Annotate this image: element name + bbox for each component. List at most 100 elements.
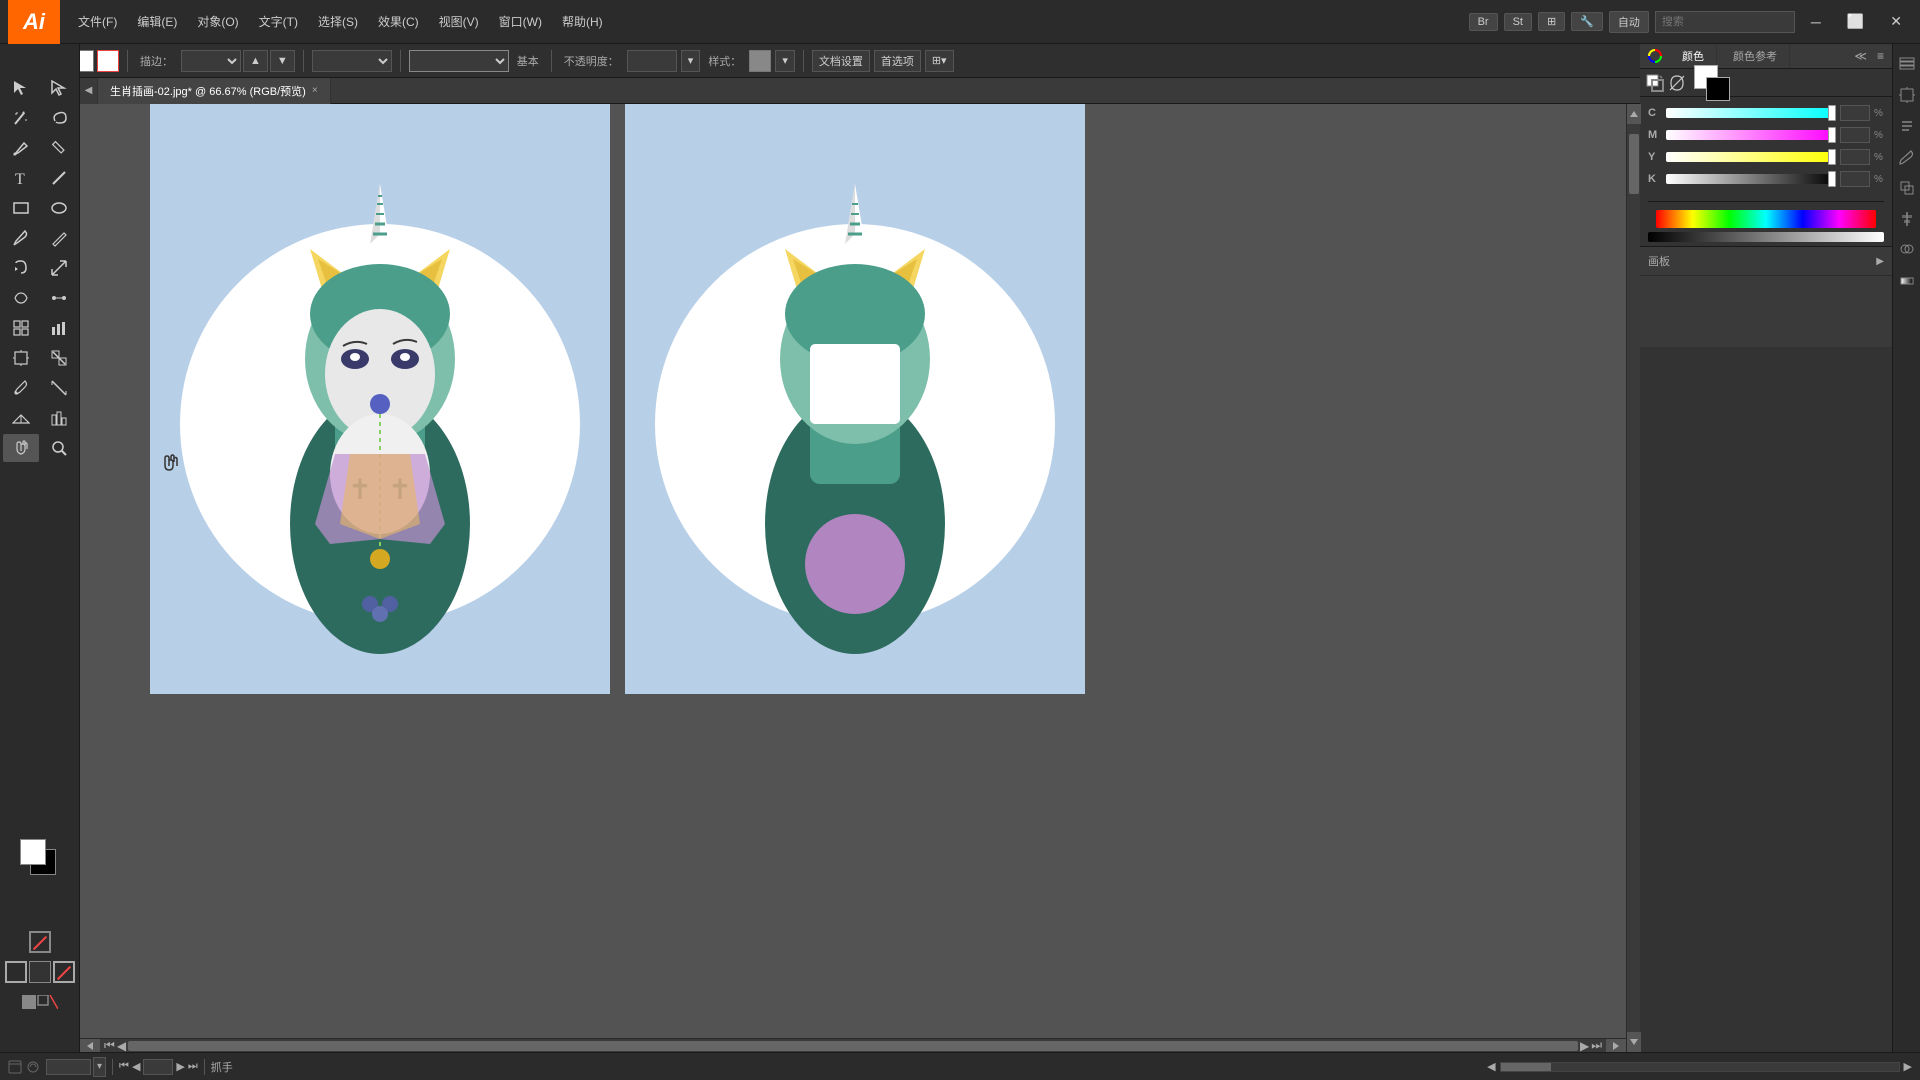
last-page-btn[interactable]: ⏭: [1591, 1038, 1602, 1053]
style-dropdown-btn[interactable]: ▾: [775, 50, 795, 72]
pencil-tool[interactable]: [41, 134, 77, 162]
swatch-black[interactable]: [29, 961, 51, 983]
perspective-tool[interactable]: [3, 404, 39, 432]
menu-edit[interactable]: 编辑(E): [127, 9, 187, 34]
menu-select[interactable]: 选择(S): [308, 9, 368, 34]
scroll-down-btn[interactable]: [1627, 1032, 1641, 1052]
c-value-input[interactable]: 0: [1840, 105, 1870, 121]
c-slider[interactable]: [1666, 108, 1836, 118]
tab-document[interactable]: 生肖插画-02.jpg* @ 66.67% (RGB/预览) ×: [98, 78, 331, 104]
line-tool[interactable]: [41, 164, 77, 192]
transform-icon-btn[interactable]: [1895, 176, 1919, 203]
scroll-thumb-v[interactable]: [1629, 134, 1639, 194]
scroll-thumb-h[interactable]: [128, 1041, 1578, 1051]
swatch-none[interactable]: [53, 961, 75, 983]
scrollbar-vertical[interactable]: [1626, 104, 1640, 1052]
panel-collapse-btn[interactable]: ≪: [1850, 49, 1871, 63]
layers-icon-btn[interactable]: [1895, 52, 1919, 79]
search-input[interactable]: [1655, 11, 1795, 33]
doc-settings-btn[interactable]: 文档设置: [812, 50, 870, 72]
nav-next-btn[interactable]: ▶: [176, 1060, 184, 1073]
opacity-dropdown-btn[interactable]: ▾: [681, 50, 701, 72]
tools-btn[interactable]: 🔧: [1571, 12, 1603, 31]
stroke-type-select[interactable]: [181, 50, 241, 72]
stroke-color-box[interactable]: [97, 50, 119, 72]
page-number-input[interactable]: 1: [143, 1059, 173, 1075]
grayscale-bar[interactable]: [1648, 232, 1884, 242]
lasso-tool[interactable]: [41, 104, 77, 132]
k-value-input[interactable]: 0: [1840, 171, 1870, 187]
brush-style-select[interactable]: [409, 50, 509, 72]
m-slider[interactable]: [1666, 130, 1836, 140]
warp-tool[interactable]: [3, 284, 39, 312]
stroke-down-btn[interactable]: ▼: [270, 50, 295, 72]
stroke-style-select[interactable]: [312, 50, 392, 72]
scroll-right-btn[interactable]: [1606, 1039, 1626, 1053]
menu-file[interactable]: 文件(F): [68, 9, 127, 34]
gradient-icon-btn[interactable]: [1895, 269, 1919, 296]
stroke-up-btn[interactable]: ▲: [243, 50, 268, 72]
symbol-tool[interactable]: [3, 314, 39, 342]
tab-color-ref[interactable]: 颜色参考: [1721, 44, 1790, 68]
opacity-input[interactable]: 100%: [627, 50, 677, 72]
type-tool[interactable]: T: [3, 164, 39, 192]
blend-tool[interactable]: [41, 284, 77, 312]
panel-bg-swatch[interactable]: [1706, 77, 1730, 101]
align-icon-btn[interactable]: [1895, 207, 1919, 234]
panel-fill-stroke-icon[interactable]: [1646, 74, 1664, 92]
maximize-btn[interactable]: ⬜: [1837, 0, 1874, 44]
pathfinder-icon-btn[interactable]: [1895, 238, 1919, 265]
menu-help[interactable]: 帮助(H): [552, 9, 613, 34]
prev-page-btn[interactable]: ◀: [117, 1039, 126, 1053]
y-value-input[interactable]: 0: [1840, 149, 1870, 165]
rotate-tool[interactable]: [3, 254, 39, 282]
select-tool[interactable]: [3, 74, 39, 102]
menu-view[interactable]: 视图(V): [429, 9, 489, 34]
menu-text[interactable]: 文字(T): [249, 9, 308, 34]
nav-prev-btn[interactable]: ◀: [132, 1060, 140, 1073]
artboard-tool[interactable]: [3, 344, 39, 372]
swatch-white[interactable]: [5, 961, 27, 983]
close-btn[interactable]: ✕: [1880, 0, 1912, 44]
color-spectrum-bar[interactable]: [1656, 210, 1876, 228]
zoom-dropdown-btn[interactable]: ▾: [93, 1057, 106, 1077]
scrollbar-horizontal[interactable]: ⏮ ◀ ▶ ⏭: [80, 1038, 1626, 1052]
scale-tool[interactable]: [41, 254, 77, 282]
menu-effect[interactable]: 效果(C): [368, 9, 429, 34]
tab-close-btn[interactable]: ×: [312, 85, 318, 96]
nav-last-btn[interactable]: ⏭: [188, 1060, 198, 1073]
tab-scroll-left[interactable]: ◀: [80, 78, 98, 104]
nav-first-btn[interactable]: ⏮: [119, 1060, 129, 1073]
no-fill-box[interactable]: [29, 931, 51, 953]
minimize-btn[interactable]: ─: [1801, 0, 1831, 44]
y-slider[interactable]: [1666, 152, 1836, 162]
hand-tool[interactable]: [3, 434, 39, 462]
status-scroll-track[interactable]: [1500, 1062, 1900, 1072]
brushes-icon-btn[interactable]: [1895, 145, 1919, 172]
measure-tool[interactable]: [41, 374, 77, 402]
direct-select-tool[interactable]: [41, 74, 77, 102]
rectangle-tool[interactable]: [3, 194, 39, 222]
properties-icon-btn[interactable]: [1895, 114, 1919, 141]
slice-tool[interactable]: [41, 344, 77, 372]
bridge-btn[interactable]: Br: [1469, 13, 1498, 31]
graph-tool[interactable]: [41, 314, 77, 342]
preferences-btn[interactable]: 首选项: [874, 50, 921, 72]
canvas-area[interactable]: ✝ ✝: [80, 104, 1640, 1052]
ellipse-tool[interactable]: [41, 194, 77, 222]
style-color-box[interactable]: [749, 50, 771, 72]
first-page-btn[interactable]: ⏮: [104, 1038, 115, 1053]
zoom-tool[interactable]: [41, 434, 77, 462]
menu-object[interactable]: 对象(O): [187, 9, 248, 34]
panel-mode-icon[interactable]: [1668, 74, 1686, 92]
scroll-nav-right[interactable]: ▶: [1904, 1060, 1912, 1073]
bar-chart-tool[interactable]: [41, 404, 77, 432]
more-options-btn[interactable]: ⊞▾: [925, 50, 954, 72]
workspace-layout-btn[interactable]: ⊞: [1538, 12, 1565, 31]
artboard-panel-header[interactable]: 画板 ▶: [1640, 247, 1892, 276]
pencil2-tool[interactable]: [41, 224, 77, 252]
quick-actions-btn[interactable]: [22, 995, 58, 1012]
scroll-left-btn[interactable]: [80, 1039, 100, 1053]
stock-btn[interactable]: St: [1504, 13, 1532, 31]
paintbrush-tool[interactable]: [3, 224, 39, 252]
